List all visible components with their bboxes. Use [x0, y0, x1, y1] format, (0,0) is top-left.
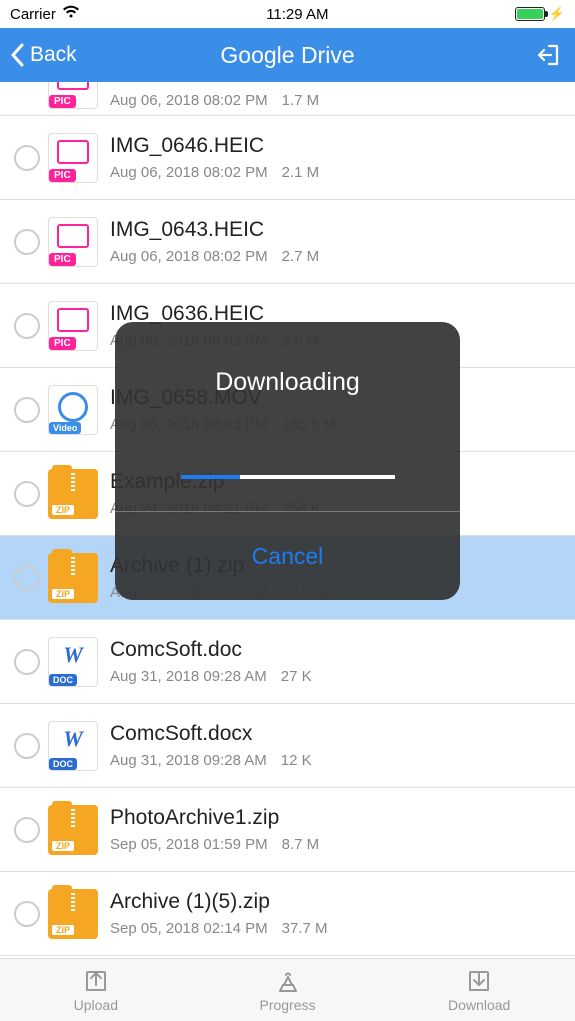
file-size: 12 K	[281, 752, 312, 769]
select-radio[interactable]	[14, 733, 40, 759]
carrier-label: Carrier	[10, 6, 56, 23]
pic-icon: PIC	[48, 82, 98, 109]
cancel-button[interactable]: Cancel	[115, 512, 460, 600]
file-name: ComcSoft.docx	[110, 722, 567, 746]
doc-icon: WDOC	[48, 637, 98, 687]
select-radio[interactable]	[14, 397, 40, 423]
file-row[interactable]: PIC Aug 06, 2018 08:02 PM 1.7 M	[0, 82, 575, 116]
select-radio[interactable]	[14, 565, 40, 591]
file-size: 37.7 M	[282, 920, 328, 937]
pic-icon: PIC	[48, 217, 98, 267]
page-title: Google Drive	[220, 42, 354, 69]
file-name: PhotoArchive1.zip	[110, 806, 567, 830]
clock: 11:29 AM	[266, 6, 328, 23]
file-date: Aug 06, 2018 08:02 PM	[110, 92, 268, 109]
file-size: 1.7 M	[282, 92, 320, 109]
zip-icon: ZIP	[48, 805, 98, 855]
select-radio[interactable]	[14, 313, 40, 339]
file-size: 8.7 M	[282, 836, 320, 853]
tab-download[interactable]: Download	[383, 959, 575, 1021]
tab-upload-label: Upload	[74, 997, 118, 1013]
pic-icon: PIC	[48, 301, 98, 351]
wifi-icon	[62, 5, 80, 23]
file-date: Sep 05, 2018 01:59 PM	[110, 836, 268, 853]
logout-button[interactable]	[535, 40, 565, 70]
zip-icon: ZIP	[48, 889, 98, 939]
back-button[interactable]: Back	[10, 43, 77, 67]
pic-icon: PIC	[48, 133, 98, 183]
tab-bar: Upload Progress Download	[0, 958, 575, 1021]
back-label: Back	[30, 43, 77, 67]
file-date: Aug 06, 2018 08:02 PM	[110, 164, 268, 181]
zip-icon: ZIP	[48, 553, 98, 603]
file-size: 2.1 M	[282, 164, 320, 181]
battery-icon	[515, 7, 545, 21]
tab-progress[interactable]: Progress	[192, 959, 384, 1021]
file-name: Archive (1)(5).zip	[110, 890, 567, 914]
file-row[interactable]: PIC IMG_0643.HEIC Aug 06, 2018 08:02 PM 2.7…	[0, 200, 575, 284]
file-name: ComcSoft.doc	[110, 638, 567, 662]
file-name: IMG_0643.HEIC	[110, 218, 567, 242]
file-date: Aug 31, 2018 09:28 AM	[110, 668, 267, 685]
file-row[interactable]: ZIP Archive (1)(5).zip Sep 05, 2018 02:14 …	[0, 872, 575, 956]
select-radio[interactable]	[14, 649, 40, 675]
nav-bar: Back Google Drive	[0, 28, 575, 82]
tab-progress-label: Progress	[259, 997, 315, 1013]
charging-icon: ⚡	[549, 6, 565, 22]
tab-upload[interactable]: Upload	[0, 959, 192, 1021]
select-radio[interactable]	[14, 481, 40, 507]
file-row[interactable]: WDOC ComcSoft.doc Aug 31, 2018 09:28 AM 27 …	[0, 620, 575, 704]
download-modal: Downloading Cancel	[115, 322, 460, 600]
select-radio[interactable]	[14, 145, 40, 171]
file-size: 27 K	[281, 668, 312, 685]
modal-title: Downloading	[215, 368, 360, 397]
zip-icon: ZIP	[48, 469, 98, 519]
status-bar: Carrier 11:29 AM ⚡	[0, 0, 575, 28]
file-row[interactable]: ZIP PhotoArchive1.zip Sep 05, 2018 01:59 P…	[0, 788, 575, 872]
file-date: Sep 05, 2018 02:14 PM	[110, 920, 268, 937]
file-size: 2.7 M	[282, 248, 320, 265]
file-row[interactable]: PIC IMG_0646.HEIC Aug 06, 2018 08:02 PM 2.1…	[0, 116, 575, 200]
video-icon: Video	[48, 385, 98, 435]
file-name: IMG_0646.HEIC	[110, 134, 567, 158]
select-radio[interactable]	[14, 817, 40, 843]
tab-download-label: Download	[448, 997, 510, 1013]
select-radio[interactable]	[14, 901, 40, 927]
file-row[interactable]: WDOC ComcSoft.docx Aug 31, 2018 09:28 AM 12…	[0, 704, 575, 788]
select-radio[interactable]	[14, 229, 40, 255]
doc-icon: WDOC	[48, 721, 98, 771]
progress-bar	[181, 475, 395, 479]
file-date: Aug 06, 2018 08:02 PM	[110, 248, 268, 265]
file-date: Aug 31, 2018 09:28 AM	[110, 752, 267, 769]
